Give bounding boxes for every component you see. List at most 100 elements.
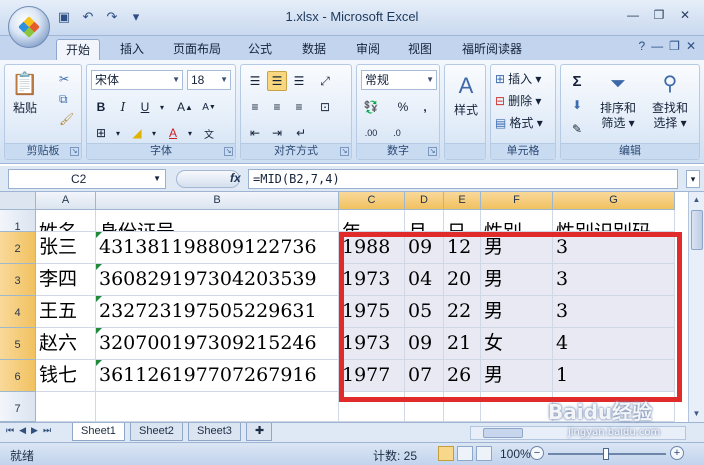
select-all-corner[interactable]	[0, 192, 36, 210]
last-sheet-icon[interactable]: ⏭	[43, 425, 51, 436]
cell-d6[interactable]: 07	[405, 360, 444, 392]
tab-review[interactable]: 审阅	[348, 39, 388, 60]
cell-c4[interactable]: 1975	[339, 296, 405, 328]
cell-f7[interactable]	[481, 392, 553, 422]
sort-filter-button[interactable]: ⏷ 排序和 筛选 ▾	[595, 69, 641, 131]
tab-view[interactable]: 视图	[400, 39, 440, 60]
worksheet-grid[interactable]: A B C D E F G 1 姓名 身份证号年月日性别 性别识别码 2 张三 4313811988091…	[0, 192, 704, 422]
fill-color-dropdown-icon[interactable]: ▾	[149, 123, 159, 143]
column-header-b[interactable]: B	[96, 192, 339, 210]
zoom-slider-knob[interactable]	[603, 448, 609, 460]
column-header-d[interactable]: D	[405, 192, 444, 210]
scroll-up-icon[interactable]: ▲	[689, 192, 704, 208]
tab-data[interactable]: 数据	[294, 39, 334, 60]
help-icon[interactable]: ?	[638, 39, 645, 53]
font-size-select[interactable]: 18 ▼	[187, 70, 231, 90]
decrease-decimal-icon[interactable]: .0	[387, 123, 407, 143]
cell-e6[interactable]: 26	[444, 360, 481, 392]
tab-home[interactable]: 开始	[56, 39, 100, 60]
vertical-scrollbar[interactable]: ▲ ▼	[688, 192, 704, 422]
column-header-g[interactable]: G	[553, 192, 675, 210]
cell-g6[interactable]: 1	[553, 360, 675, 392]
prev-sheet-icon[interactable]: ◀	[19, 425, 26, 436]
horizontal-scroll-thumb[interactable]	[483, 428, 523, 438]
copy-icon[interactable]: ⧉	[59, 91, 71, 107]
cell-b7[interactable]	[96, 392, 339, 422]
page-layout-view-icon[interactable]	[457, 446, 473, 461]
cell-c7[interactable]	[339, 392, 405, 422]
tab-insert[interactable]: 插入	[112, 39, 152, 60]
column-header-f[interactable]: F	[481, 192, 553, 210]
formula-input[interactable]: =MID(B2,7,4)	[248, 169, 678, 189]
cut-icon[interactable]: ✂	[59, 71, 72, 87]
clipboard-launcher-icon[interactable]: ↘	[70, 147, 79, 156]
expand-formula-bar-icon[interactable]: ▾	[686, 170, 700, 188]
cell-b3[interactable]: 360829197304203539	[96, 264, 339, 296]
restore-icon[interactable]: ❐	[646, 6, 672, 25]
fill-color-icon[interactable]: ◢	[127, 123, 147, 143]
cell-d5[interactable]: 09	[405, 328, 444, 360]
cell-a6[interactable]: 钱七	[36, 360, 96, 392]
cell-g2[interactable]: 3	[553, 232, 675, 264]
grow-font-button[interactable]: A ▲	[175, 97, 195, 117]
align-bottom-icon[interactable]: ☰	[289, 71, 309, 91]
cell-e7[interactable]	[444, 392, 481, 422]
cell-g3[interactable]: 3	[553, 264, 675, 296]
cell-a5[interactable]: 赵六	[36, 328, 96, 360]
minimize-icon[interactable]: —	[620, 6, 646, 25]
cell-g5[interactable]: 4	[553, 328, 675, 360]
sheet-tab-sheet1[interactable]: Sheet1	[72, 423, 125, 441]
normal-view-icon[interactable]	[438, 446, 454, 461]
cell-d7[interactable]	[405, 392, 444, 422]
cell-b1[interactable]: 身份证号	[96, 210, 339, 232]
cell-a4[interactable]: 王五	[36, 296, 96, 328]
first-sheet-icon[interactable]: ⏮	[6, 425, 14, 436]
cell-e1[interactable]: 日	[444, 210, 481, 232]
currency-icon[interactable]: 💱	[361, 97, 381, 117]
vertical-scroll-thumb[interactable]	[691, 210, 703, 250]
cell-a2[interactable]: 张三	[36, 232, 96, 264]
cell-a3[interactable]: 李四	[36, 264, 96, 296]
insert-cells-button[interactable]: ⊞ 插入 ▾	[495, 71, 541, 87]
zoom-in-icon[interactable]: +	[670, 446, 684, 460]
row-header-4[interactable]: 4	[0, 296, 36, 328]
cell-c3[interactable]: 1973	[339, 264, 405, 296]
cell-b5[interactable]: 320700197309215246	[96, 328, 339, 360]
zoom-slider[interactable]	[548, 448, 666, 460]
cell-c6[interactable]: 1977	[339, 360, 405, 392]
insert-sheet-icon[interactable]: ✚	[246, 423, 272, 441]
align-center-icon[interactable]: ≡	[267, 97, 287, 117]
tab-page-layout[interactable]: 页面布局	[166, 39, 228, 60]
row-header-3[interactable]: 3	[0, 264, 36, 296]
number-launcher-icon[interactable]: ↘	[428, 147, 437, 156]
tab-foxit-reader[interactable]: 福昕阅读器	[452, 39, 532, 60]
italic-button[interactable]: I	[113, 97, 133, 117]
underline-dropdown-icon[interactable]: ▾	[157, 97, 167, 117]
shrink-font-button[interactable]: A ▼	[199, 97, 219, 117]
align-top-icon[interactable]: ☰	[245, 71, 265, 91]
align-right-icon[interactable]: ≡	[289, 97, 309, 117]
number-format-select[interactable]: 常规 ▼	[361, 70, 437, 90]
format-painter-icon[interactable]: 🖌	[59, 111, 77, 127]
increase-indent-icon[interactable]: ⇥	[267, 123, 287, 143]
cell-d3[interactable]: 04	[405, 264, 444, 296]
cell-e2[interactable]: 12	[444, 232, 481, 264]
column-header-c[interactable]: C	[339, 192, 405, 210]
cell-e4[interactable]: 22	[444, 296, 481, 328]
borders-dropdown-icon[interactable]: ▾	[113, 123, 123, 143]
restore-workbook-icon[interactable]: ❐	[669, 39, 680, 53]
font-name-select[interactable]: 宋体 ▼	[91, 70, 183, 90]
row-header-5[interactable]: 5	[0, 328, 36, 360]
zoom-out-icon[interactable]: −	[530, 446, 544, 460]
orientation-icon[interactable]: ⤢	[315, 71, 335, 91]
merge-center-icon[interactable]: ⊡	[315, 97, 335, 117]
column-header-a[interactable]: A	[36, 192, 96, 210]
phonetic-icon[interactable]: 文	[199, 123, 219, 143]
format-cells-button[interactable]: ▤ 格式 ▾	[495, 115, 543, 131]
bold-button[interactable]: B	[91, 97, 111, 117]
find-select-button[interactable]: ⚲ 查找和 选择 ▾	[645, 69, 695, 131]
cell-f4[interactable]: 男	[481, 296, 553, 328]
close-workbook-icon[interactable]: ✕	[686, 39, 696, 53]
sheet-tab-sheet3[interactable]: Sheet3	[188, 423, 241, 441]
cell-f3[interactable]: 男	[481, 264, 553, 296]
